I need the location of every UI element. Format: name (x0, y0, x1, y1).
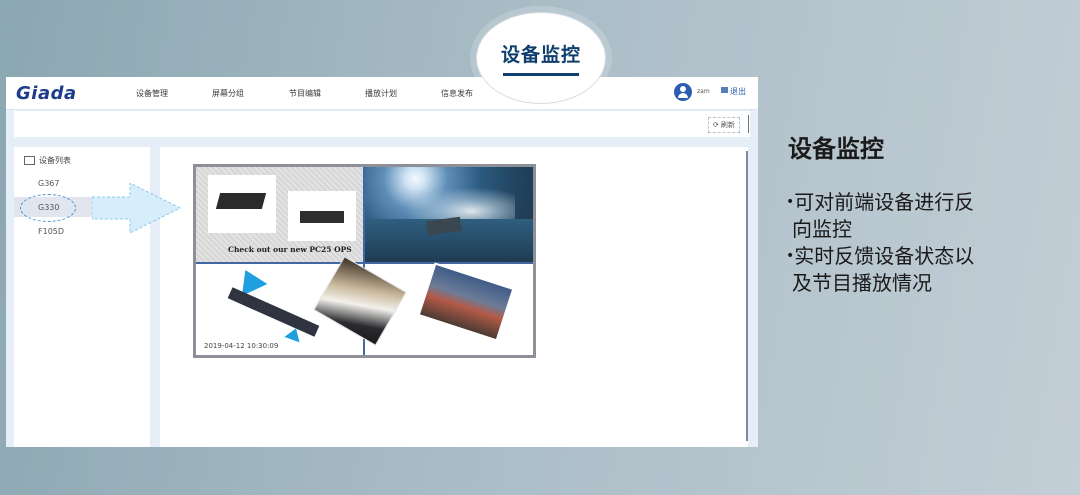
toolbar-divider (748, 115, 749, 133)
screen-region-product: Check out our new PC25 OPS (196, 167, 363, 263)
product-image-1 (208, 175, 276, 233)
device-item-g367[interactable]: G367 (38, 179, 59, 188)
device-stick-image (227, 287, 320, 337)
panel-title: 设备监控 (788, 135, 884, 163)
highlight-bubble: 设备监控 (476, 12, 606, 104)
refresh-button[interactable]: ⟳ 刷新 (708, 117, 740, 133)
nav-info-publish[interactable]: 信息发布 (441, 88, 473, 99)
product-image-2 (288, 191, 356, 241)
bubble-underline (503, 73, 579, 76)
panel-line-2: 向监控 (792, 217, 852, 241)
promo-text: Check out our new PC25 OPS (228, 245, 352, 254)
user-name: zam (697, 88, 710, 95)
screen-timestamp: 2019-04-12 10:30:09 (204, 342, 279, 350)
device-list-title: 设备列表 (24, 155, 71, 166)
screen-region-ocean (365, 167, 533, 263)
nav-screen-group[interactable]: 屏幕分组 (212, 88, 244, 99)
panel-line-1: 可对前端设备进行反 (794, 190, 975, 214)
screen-divider-horizontal (196, 262, 533, 264)
nav-device-management[interactable]: 设备管理 (136, 88, 168, 99)
device-item-f105d[interactable]: F105D (38, 227, 64, 236)
monitor-icon (24, 156, 35, 165)
panel-line-3: 实时反馈设备状态以 (794, 244, 975, 268)
scrollbar[interactable] (746, 151, 748, 441)
device-list-label: 设备列表 (39, 156, 71, 165)
panel-line-4: 及节目播放情况 (792, 271, 932, 295)
brand-logo[interactable]: Giada (16, 83, 77, 104)
user-avatar-icon[interactable] (674, 83, 692, 101)
nav-program-edit[interactable]: 节目编辑 (289, 88, 321, 99)
refresh-icon: ⟳ (713, 121, 719, 129)
top-nav: Giada 设备管理 屏幕分组 节目编辑 播放计划 信息发布 zam 退出 (6, 77, 758, 110)
refresh-label: 刷新 (720, 121, 735, 129)
device-item-g330[interactable]: G330 (38, 203, 59, 212)
exit-button[interactable]: 退出 (730, 86, 746, 97)
pointer-arrow-icon (92, 183, 182, 233)
panel-description: •可对前端设备进行反 向监控 •实时反馈设备状态以 及节目播放情况 (786, 189, 1026, 297)
exit-icon[interactable] (721, 87, 728, 93)
bubble-label: 设备监控 (500, 44, 581, 66)
nav-play-plan[interactable]: 播放计划 (365, 88, 397, 99)
toolbar: ⟳ 刷新 (14, 111, 750, 137)
